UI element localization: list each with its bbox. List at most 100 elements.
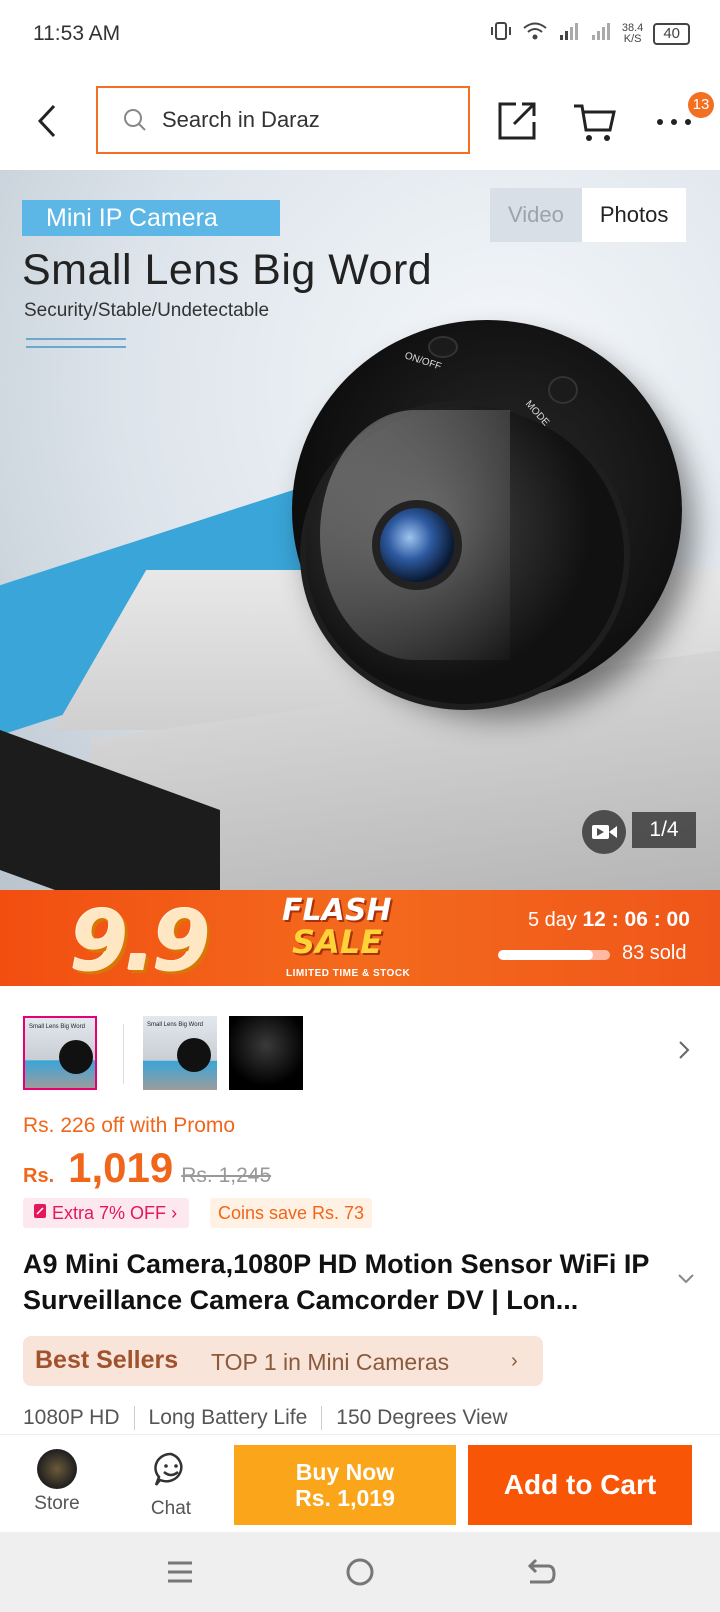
voucher-icon [33, 1203, 52, 1223]
camera-mode-button [548, 376, 578, 404]
vibrate-icon [490, 20, 512, 47]
feature-highlights: 1080P HD Long Battery Life 150 Degrees V… [23, 1406, 522, 1430]
thumbnail-1[interactable]: Small Lens Big Word [23, 1016, 97, 1090]
chat-icon [154, 1452, 183, 1486]
sold-progress-fill [498, 950, 594, 960]
best-sellers-label: Best Sellers [35, 1346, 179, 1374]
countdown-time: 12 : 06 : 00 [582, 908, 690, 931]
tab-photos[interactable]: Photos [581, 188, 687, 242]
feature-item: 1080P HD [23, 1406, 120, 1429]
chat-label: Chat [150, 1498, 192, 1519]
home-circle-icon [346, 1558, 374, 1586]
top-bar: 13 [0, 72, 720, 170]
battery-icon: 40 [653, 22, 690, 45]
thumbnail-caption: Small Lens Big Word [29, 1024, 85, 1030]
product-title: A9 Mini Camera,1080P HD Motion Sensor Wi… [23, 1249, 649, 1315]
tab-video[interactable]: Video [490, 188, 582, 242]
media-toggle: Video Photos [490, 188, 687, 242]
recent-apps-button[interactable] [162, 1554, 198, 1590]
play-video-button[interactable] [582, 810, 626, 854]
signal-icon-1 [558, 20, 580, 47]
sale-word: SALE [292, 923, 383, 961]
chevron-down-icon [678, 1274, 694, 1284]
image-tag: Mini IP Camera [22, 200, 280, 236]
feature-item: Long Battery Life [133, 1406, 322, 1430]
image-page-indicator: 1/4 [632, 812, 696, 848]
thumbnail-image [229, 1016, 303, 1090]
buy-now-button[interactable]: Buy Now Rs. 1,019 [234, 1445, 456, 1525]
chevron-right-icon [679, 1041, 690, 1059]
store-avatar [37, 1449, 77, 1489]
network-speed: 38.4 K/S [621, 21, 644, 45]
coins-chip[interactable]: Coins save Rs. 73 [210, 1198, 373, 1228]
chevron-right-icon: › [171, 1203, 178, 1223]
back-nav-button[interactable] [522, 1554, 558, 1590]
current-price: 1,019 [68, 1144, 174, 1191]
buy-now-price: Rs. 1,019 [295, 1485, 395, 1511]
thumbnail-divider [123, 1024, 124, 1084]
signal-icon-2 [590, 20, 612, 47]
search-input[interactable] [162, 107, 442, 133]
back-curve-icon [527, 1558, 556, 1584]
extra-discount-label: Extra 7% OFF [52, 1203, 167, 1223]
thumbnail-2[interactable]: Small Lens Big Word [143, 1016, 217, 1090]
chat-button[interactable]: Chat [136, 1443, 206, 1527]
best-sellers-rank: TOP 1 in Mini Cameras [211, 1349, 450, 1375]
wifi-icon [522, 20, 548, 47]
sold-progress-bar [498, 950, 610, 960]
system-nav-bar [0, 1532, 720, 1612]
network-speed-value: 38.4 [621, 21, 644, 34]
store-button[interactable]: Store [22, 1443, 92, 1527]
camera-lens [372, 500, 462, 590]
thumbnail-image: Small Lens Big Word [143, 1016, 217, 1090]
search-icon [124, 109, 146, 131]
feature-item: 150 Degrees View [321, 1406, 521, 1430]
product-image-gallery[interactable]: ON/OFF MODE Mini IP Camera Small Lens Bi… [0, 170, 720, 890]
share-button[interactable] [496, 98, 540, 142]
chevron-right-icon: › [511, 1350, 518, 1372]
limited-tagline: LIMITED TIME & STOCK [286, 968, 411, 979]
expand-title-button[interactable] [676, 1272, 696, 1286]
thumbnail-strip: Small Lens Big Word Small Lens Big Word [0, 1010, 720, 1090]
price-currency: Rs. [23, 1165, 55, 1187]
cart-icon [574, 104, 616, 141]
share-icon [498, 102, 536, 140]
buy-now-label: Buy Now [295, 1459, 395, 1485]
sale-event-logo: 9.9 [70, 892, 211, 990]
extra-discount-chip[interactable]: Extra 7% OFF › [23, 1198, 190, 1228]
flash-sale-banner[interactable]: 9.9 FLASH SALE LIMITED TIME & STOCK 5 da… [0, 890, 720, 990]
image-headline: Small Lens Big Word [22, 246, 433, 294]
add-to-cart-button[interactable]: Add to Cart [468, 1445, 692, 1525]
cart-count-badge: 13 [688, 92, 714, 118]
menu-lines-icon [168, 1561, 192, 1583]
store-label: Store [34, 1493, 80, 1514]
search-box[interactable] [96, 86, 470, 154]
promo-text[interactable]: Rs. 226 off with Promo [23, 1114, 235, 1138]
cart-button[interactable] [572, 100, 616, 144]
sold-count: 83 sold [622, 942, 687, 964]
thumbnail-caption: Small Lens Big Word [147, 1022, 203, 1028]
camera-power-button [428, 336, 458, 358]
home-button[interactable] [342, 1554, 378, 1590]
thumbnails-next-button[interactable] [672, 1038, 696, 1062]
image-subheadline: Security/Stable/Undetectable [24, 300, 270, 321]
flash-word: FLASH [282, 893, 392, 928]
video-camera-icon [592, 825, 617, 839]
thumbnail-camera [59, 1040, 93, 1074]
thumbnail-3[interactable] [229, 1016, 303, 1090]
back-button[interactable] [30, 98, 66, 144]
back-arrow-icon [37, 104, 56, 138]
status-time: 11:53 AM [33, 22, 121, 45]
bottom-action-bar: Store Chat Buy Now Rs. 1,019 Add to Cart [0, 1434, 720, 1532]
network-speed-unit: K/S [623, 32, 642, 45]
original-price: Rs. 1,245 [181, 1164, 272, 1187]
thumbnail-camera [177, 1038, 211, 1072]
countdown-timer: 5 day 12 : 06 : 00 [528, 908, 690, 932]
status-bar: 11:53 AM 38.4 K/S 40 [0, 0, 720, 72]
countdown-days: 5 day [528, 909, 577, 931]
price-row: Rs. 1,019 Rs. 1,245 [23, 1144, 271, 1192]
thumbnail-image: Small Lens Big Word [25, 1018, 95, 1088]
best-sellers-banner[interactable]: Best Sellers TOP 1 in Mini Cameras › [23, 1336, 543, 1386]
decorative-lines [26, 338, 126, 348]
status-icons: 38.4 K/S 40 [490, 20, 690, 47]
